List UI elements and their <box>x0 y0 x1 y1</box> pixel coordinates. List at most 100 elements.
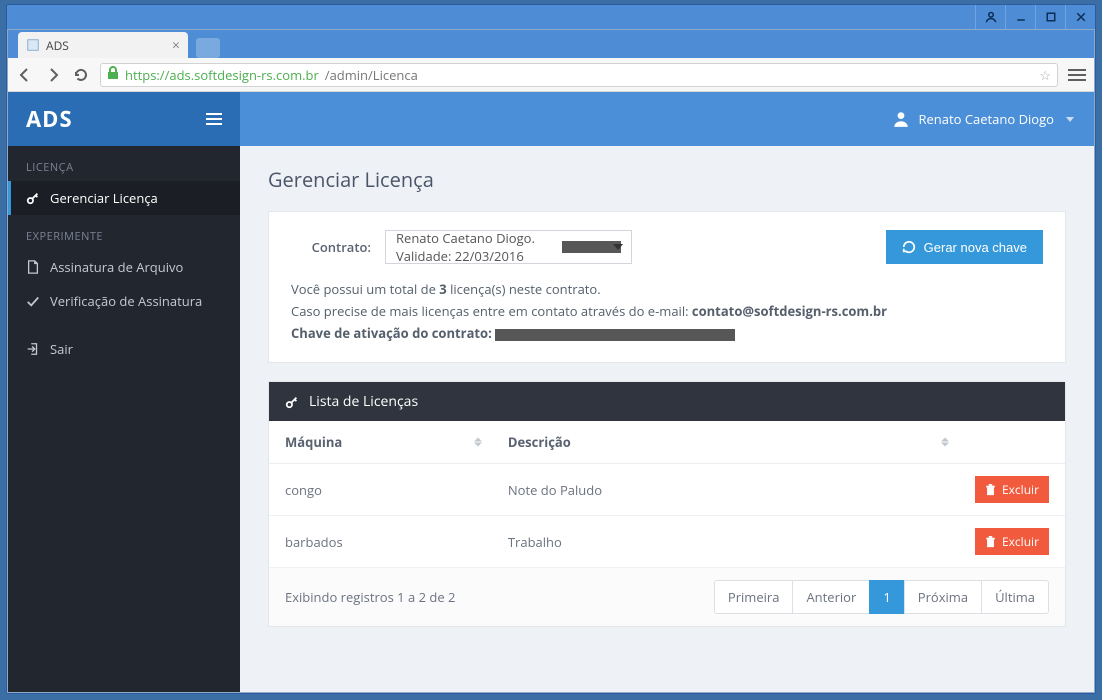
cell-machine: congo <box>269 464 492 516</box>
browser-menu-button[interactable] <box>1068 69 1086 81</box>
brand-row: ADS <box>8 92 240 146</box>
sidebar-item-sair[interactable]: Sair <box>8 332 240 366</box>
sidebar: ADS LICENÇA Gerenciar Licença EXPERIMENT… <box>8 92 240 692</box>
url-host: ads.softdesign-rs.com.br <box>169 66 318 84</box>
back-button[interactable] <box>16 66 34 84</box>
records-info: Exibindo registros 1 a 2 de 2 <box>285 588 455 606</box>
check-icon <box>26 294 40 308</box>
page-number[interactable]: 1 <box>869 580 904 614</box>
minimize-button[interactable] <box>1005 5 1035 29</box>
info-total-prefix: Você possui um total de <box>291 280 439 298</box>
address-bar[interactable]: https://ads.softdesign-rs.com.br/admin/L… <box>100 63 1058 87</box>
os-titlebar <box>7 5 1095 29</box>
column-label: Máquina <box>285 433 342 451</box>
info-total-count: 3 <box>439 280 446 298</box>
sidebar-item-gerenciar-licenca[interactable]: Gerenciar Licença <box>8 181 240 215</box>
page-last[interactable]: Última <box>981 580 1049 614</box>
user-switch-button[interactable] <box>975 5 1005 29</box>
column-machine[interactable]: Máquina <box>269 421 492 464</box>
sidebar-item-label: Sair <box>50 340 73 358</box>
sort-icon <box>941 438 949 447</box>
redacted-text <box>495 329 735 341</box>
tab-strip: ADS × <box>8 30 1094 58</box>
sidebar-item-assinatura-arquivo[interactable]: Assinatura de Arquivo <box>8 250 240 284</box>
reload-button[interactable] <box>72 66 90 84</box>
trash-icon <box>985 484 996 496</box>
browser-tab[interactable]: ADS × <box>18 32 188 58</box>
contract-select[interactable]: Renato Caetano Diogo. Validade: 22/03/20… <box>385 230 632 264</box>
sidebar-item-verificacao-assinatura[interactable]: Verificação de Assinatura <box>8 284 240 318</box>
button-label: Gerar nova chave <box>924 240 1027 255</box>
sidebar-item-label: Gerenciar Licença <box>50 189 158 207</box>
chevron-down-icon <box>1066 117 1074 122</box>
contract-info: Você possui um total de 3 licença(s) nes… <box>291 278 1043 344</box>
column-description[interactable]: Descrição <box>492 421 959 464</box>
sidebar-item-label: Assinatura de Arquivo <box>50 258 183 276</box>
bookmark-star-icon[interactable]: ☆ <box>1039 66 1051 84</box>
new-tab-button[interactable] <box>196 38 220 58</box>
contract-card: Contrato: Renato Caetano Diogo. Validade… <box>268 211 1066 363</box>
app-viewport: ADS LICENÇA Gerenciar Licença EXPERIMENT… <box>8 92 1094 692</box>
pagination: Primeira Anterior 1 Próxima Última <box>715 580 1049 614</box>
button-label: Excluir <box>1002 481 1039 498</box>
tab-title: ADS <box>46 37 69 54</box>
favicon-icon <box>26 38 40 52</box>
delete-button[interactable]: Excluir <box>975 528 1049 555</box>
table-row: barbados Trabalho Excluir <box>269 516 1065 568</box>
cell-machine: barbados <box>269 516 492 568</box>
trash-icon <box>985 536 996 548</box>
key-icon <box>26 191 40 205</box>
close-window-button[interactable] <box>1065 5 1095 29</box>
button-label: Excluir <box>1002 533 1039 550</box>
panel-header: Lista de Licenças <box>269 382 1065 421</box>
logout-icon <box>26 342 40 356</box>
contract-label: Contrato: <box>291 230 371 256</box>
maximize-button[interactable] <box>1035 5 1065 29</box>
sidebar-group-licenca: LICENÇA <box>8 146 240 181</box>
contract-row: Contrato: Renato Caetano Diogo. Validade… <box>291 230 1043 264</box>
cell-description: Trabalho <box>492 516 959 568</box>
key-icon <box>285 395 299 409</box>
sidebar-toggle-button[interactable] <box>206 113 222 125</box>
chevron-down-icon <box>613 244 623 250</box>
user-menu[interactable]: Renato Caetano Diogo <box>892 110 1074 128</box>
user-icon <box>892 110 910 128</box>
main-area: Renato Caetano Diogo Gerenciar Licença C… <box>240 92 1094 692</box>
panel-title: Lista de Licenças <box>309 392 418 411</box>
forward-button[interactable] <box>44 66 62 84</box>
window-chrome: ADS × https://ads.softdesign-rs.com.br/a… <box>6 4 1096 694</box>
generate-key-button[interactable]: Gerar nova chave <box>886 230 1043 264</box>
contract-select-value: Renato Caetano Diogo. Validade: 22/03/20… <box>396 229 556 265</box>
topbar: Renato Caetano Diogo <box>240 92 1094 146</box>
url-path: /admin/Licenca <box>325 66 418 84</box>
cell-description: Note do Paludo <box>492 464 959 516</box>
info-contact-prefix: Caso precise de mais licenças entre em c… <box>291 302 692 320</box>
delete-button[interactable]: Excluir <box>975 476 1049 503</box>
table-footer: Exibindo registros 1 a 2 de 2 Primeira A… <box>269 568 1065 626</box>
browser-toolbar: https://ads.softdesign-rs.com.br/admin/L… <box>8 58 1094 92</box>
activation-key-label: Chave de ativação do contrato: <box>291 324 495 342</box>
refresh-icon <box>902 240 916 254</box>
file-icon <box>26 260 40 274</box>
lock-icon <box>107 66 119 84</box>
page-body: Gerenciar Licença Contrato: Renato Caeta… <box>240 146 1094 647</box>
brand-logo: ADS <box>26 104 73 134</box>
page-next[interactable]: Próxima <box>904 580 982 614</box>
user-name: Renato Caetano Diogo <box>918 110 1054 128</box>
page-title: Gerenciar Licença <box>268 166 1066 193</box>
info-contact-email: contato@softdesign-rs.com.br <box>692 302 887 320</box>
license-list-card: Lista de Licenças Máquina <box>268 381 1066 627</box>
page-prev[interactable]: Anterior <box>792 580 870 614</box>
sort-icon <box>474 438 482 447</box>
url-scheme: https:// <box>125 66 169 84</box>
column-label: Descrição <box>508 433 571 451</box>
sidebar-item-label: Verificação de Assinatura <box>50 292 202 310</box>
page-first[interactable]: Primeira <box>714 580 794 614</box>
sidebar-group-experimente: EXPERIMENTE <box>8 215 240 250</box>
close-tab-icon[interactable]: × <box>172 36 180 55</box>
browser-frame: ADS × https://ads.softdesign-rs.com.br/a… <box>7 29 1095 693</box>
table-row: congo Note do Paludo Excluir <box>269 464 1065 516</box>
info-total-suffix: licença(s) neste contrato. <box>447 280 601 298</box>
license-table: Máquina Descrição <box>269 421 1065 568</box>
column-actions <box>959 421 1065 464</box>
